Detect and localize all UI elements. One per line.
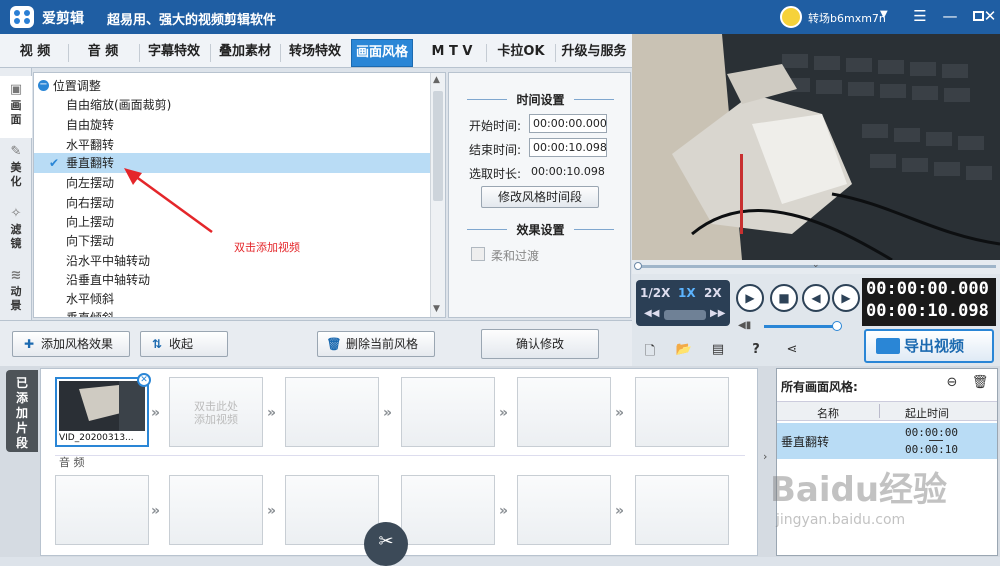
next-arrow-icon: » <box>615 405 625 421</box>
column-time-header: 起止时间 <box>905 407 949 420</box>
empty-audio-slot[interactable] <box>517 475 611 545</box>
empty-clip-slot[interactable] <box>401 377 495 447</box>
smooth-transition-checkbox[interactable] <box>471 247 485 261</box>
share-icon[interactable]: ⋖ <box>782 342 802 360</box>
preview-frame-image <box>632 34 1000 260</box>
remove-clip-icon[interactable]: ✕ <box>137 373 151 387</box>
play-button[interactable]: ▶ <box>736 284 764 312</box>
duration-label: 选取时长: <box>469 167 522 181</box>
next-arrow-icon: » <box>383 405 393 421</box>
column-name-header: 名称 <box>817 407 839 420</box>
trash-icon[interactable]: 🗑 <box>971 375 989 393</box>
next-frame-button[interactable]: ▶ <box>832 284 860 312</box>
save-icon[interactable]: ▤ <box>708 342 728 360</box>
next-arrow-icon: » <box>267 503 277 519</box>
empty-clip-slot[interactable] <box>285 377 379 447</box>
confirm-button[interactable]: 确认修改 <box>481 329 599 359</box>
audio-track-label: 音 频 <box>55 455 745 471</box>
speed-normal-button[interactable]: 1X <box>678 286 696 300</box>
next-arrow-icon: » <box>499 503 509 519</box>
speed-double-button[interactable]: 2X <box>704 286 722 300</box>
start-time-label: 开始时间: <box>469 119 522 133</box>
export-icon <box>876 338 900 354</box>
action-bar: ✚ 添加风格效果 ⇅ 收起 🗑 删除当前风格 确认修改 <box>0 320 632 366</box>
time-settings-heading: 时间设置 <box>449 91 632 108</box>
empty-audio-slot[interactable] <box>169 475 263 545</box>
next-arrow-icon: » <box>615 503 625 519</box>
time-display: 00:00:00.000 00:00:10.098 <box>862 278 996 326</box>
open-folder-icon[interactable]: 📂 <box>674 342 694 360</box>
table-row[interactable]: 垂直翻转 00:00:00 00:00:10 <box>777 423 997 459</box>
speed-half-button[interactable]: 1/2X <box>640 286 670 300</box>
scissors-icon[interactable]: ✂ <box>364 522 408 566</box>
empty-audio-slot[interactable] <box>635 475 729 545</box>
current-time: 00:00:00.000 <box>866 279 989 299</box>
prev-frame-button[interactable]: ◀ <box>802 284 830 312</box>
empty-audio-slot[interactable] <box>401 475 495 545</box>
empty-audio-slot[interactable] <box>55 475 149 545</box>
duration-value: 00:00:10.098 <box>531 165 605 178</box>
jog-wheel[interactable] <box>664 310 706 320</box>
expand-chevron-icon[interactable]: ⌄ <box>812 260 820 270</box>
style-name: 垂直翻转 <box>781 435 830 449</box>
progress-handle[interactable] <box>634 262 642 270</box>
watermark-url: jingyan.baidu.com <box>776 512 906 528</box>
next-arrow-icon: » <box>267 405 277 421</box>
next-arrow-icon: » <box>151 503 161 519</box>
playback-progress-bar[interactable]: ⌄ <box>632 260 1000 274</box>
video-clip[interactable]: VID_20200313... <box>55 377 149 447</box>
watermark: Baidu经验 <box>770 470 948 510</box>
speed-selector: 1/2X 1X 2X ◀◀ ▶▶ <box>636 280 730 326</box>
start-time-input[interactable]: 00:00:00.000 <box>529 114 607 133</box>
empty-clip-slot[interactable] <box>517 377 611 447</box>
volume-handle[interactable] <box>832 321 842 331</box>
settings-panel: 时间设置 开始时间: 00:00:00.000 结束时间: 00:00:10.0… <box>448 72 631 318</box>
effect-settings-heading: 效果设置 <box>449 221 632 238</box>
export-video-button[interactable]: 导出视频 <box>864 329 994 363</box>
end-time-input[interactable]: 00:00:10.098 <box>529 138 607 157</box>
total-time: 00:00:10.098 <box>866 301 989 321</box>
modify-time-button[interactable]: 修改风格时间段 <box>481 186 599 208</box>
chevron-right-icon: › <box>763 450 768 463</box>
new-project-icon[interactable]: 🗋 <box>640 342 660 360</box>
empty-clip-slot[interactable] <box>635 377 729 447</box>
help-icon[interactable]: ? <box>746 342 766 360</box>
next-arrow-icon: » <box>151 405 161 421</box>
end-time-label: 结束时间: <box>469 143 522 157</box>
rewind-icon[interactable]: ◀◀ <box>644 308 659 319</box>
style-end-time: 00:00:10 <box>905 443 958 456</box>
volume-icon[interactable]: ◀▮ <box>738 320 751 331</box>
next-arrow-icon: » <box>499 405 509 421</box>
clip-name: VID_20200313... <box>59 433 134 443</box>
add-wand-icon: ✚ <box>23 337 35 351</box>
fast-forward-icon[interactable]: ▶▶ <box>710 308 725 319</box>
collapse-button[interactable]: ⇅ 收起 <box>140 331 228 357</box>
add-style-button[interactable]: ✚ 添加风格效果 <box>12 331 130 357</box>
back-arrow-icon[interactable]: ⊖ <box>943 375 961 393</box>
add-video-hint: 双击此处 添加视频 <box>194 400 238 426</box>
table-header: 名称 起止时间 <box>777 401 997 421</box>
applied-styles-title: 所有画面风格: <box>781 380 858 394</box>
volume-slider[interactable] <box>764 325 836 328</box>
trash-icon: 🗑 <box>326 337 342 351</box>
delete-style-button[interactable]: 🗑 删除当前风格 <box>317 331 435 357</box>
added-clips-tab[interactable]: 已添加片段 <box>6 370 38 452</box>
smooth-transition-label: 柔和过渡 <box>491 249 540 263</box>
collapse-icon: ⇅ <box>151 337 163 351</box>
style-start-time: 00:00:00 <box>905 426 958 439</box>
video-preview <box>632 34 1000 260</box>
stop-button[interactable]: ■ <box>770 284 798 312</box>
empty-clip-slot[interactable]: 双击此处 添加视频 <box>169 377 263 447</box>
clip-thumbnail <box>59 381 145 431</box>
